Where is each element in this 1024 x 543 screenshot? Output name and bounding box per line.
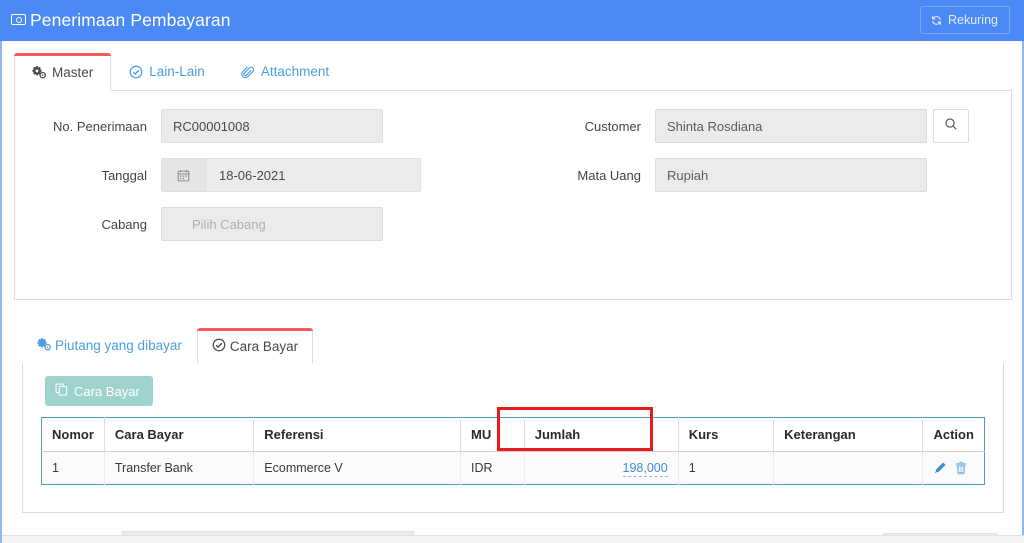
master-form: No. Penerimaan RC00001008 Tanggal 18-06-… (14, 91, 1012, 300)
tab-cara-bayar-label: Cara Bayar (229, 338, 299, 354)
search-icon (944, 117, 958, 136)
add-cara-bayar-label: Cara Bayar (74, 383, 140, 399)
tab-master-label: Master (52, 64, 94, 80)
sync-icon (930, 14, 943, 27)
tanggal-input[interactable]: 18-06-2021 (206, 159, 420, 191)
col-keterangan: Keterangan (773, 417, 924, 452)
customer-select[interactable]: Shinta Rosdiana (655, 109, 927, 143)
rekuring-button[interactable]: Rekuring (919, 6, 1010, 34)
field-customer: Customer Shinta Rosdiana (513, 109, 969, 143)
page-root: Penerimaan Pembayaran Rekuring Master La… (0, 0, 1024, 543)
table-row: 1 Transfer Bank Ecommerce V IDR 198,000 … (41, 451, 985, 485)
cabang-label: Cabang (101, 216, 147, 232)
detail-tabs: Piutang yang dibayar Cara Bayar (22, 322, 1004, 364)
tab-attachment-label: Attachment (260, 64, 330, 79)
cogs-icon (32, 65, 46, 79)
edit-icon[interactable] (933, 461, 947, 475)
field-tanggal: Tanggal 18-06-2021 (15, 158, 421, 192)
col-mu: MU (460, 417, 525, 452)
tab-piutang-label: Piutang yang dibayar (55, 338, 182, 353)
check-circle-icon (212, 338, 226, 355)
tab-lain-lain-label: Lain-Lain (149, 64, 205, 79)
cell-mu: IDR (460, 451, 525, 485)
tab-piutang-yang-dibayar[interactable]: Piutang yang dibayar (22, 327, 197, 363)
copy-icon (55, 383, 68, 399)
cara-bayar-table: Nomor Cara Bayar Referensi MU Jumlah Kur… (41, 417, 985, 485)
cell-action (922, 451, 985, 485)
tab-lain-lain[interactable]: Lain-Lain (111, 52, 223, 90)
cell-jumlah[interactable]: 198,000 (524, 451, 679, 485)
tab-attachment[interactable]: Attachment (223, 52, 347, 90)
col-action: Action (922, 417, 985, 452)
col-jumlah: Jumlah (524, 417, 679, 452)
no-penerimaan-input[interactable]: RC00001008 (161, 109, 383, 143)
col-cara-bayar: Cara Bayar (104, 417, 255, 452)
mata-uang-select[interactable]: Rupiah (655, 158, 927, 192)
content-panel: Master Lain-Lain Attachment No. Penerima… (0, 41, 1024, 543)
table-header-row: Nomor Cara Bayar Referensi MU Jumlah Kur… (41, 417, 985, 452)
add-cara-bayar-button[interactable]: Cara Bayar (45, 376, 153, 406)
mata-uang-label: Mata Uang (577, 167, 641, 183)
delete-icon[interactable] (954, 461, 968, 475)
bottom-strip (2, 535, 1024, 543)
col-kurs: Kurs (678, 417, 775, 452)
cell-cara-bayar: Transfer Bank (104, 451, 255, 485)
rekuring-button-label: Rekuring (947, 13, 998, 27)
tanggal-label: Tanggal (101, 167, 147, 183)
tab-cara-bayar[interactable]: Cara Bayar (196, 328, 314, 364)
cell-referensi: Ecommerce V (253, 451, 461, 485)
no-penerimaan-label: No. Penerimaan (53, 118, 147, 134)
check-circle-icon (129, 65, 143, 79)
cell-kurs: 1 (678, 451, 775, 485)
cabang-select[interactable]: Pilih Cabang (161, 207, 383, 241)
field-no-penerimaan: No. Penerimaan RC00001008 (15, 109, 383, 143)
tanggal-datepicker[interactable]: 18-06-2021 (161, 158, 421, 192)
page-title: Penerimaan Pembayaran (30, 10, 231, 30)
customer-search-button[interactable] (933, 109, 969, 143)
field-mata-uang: Mata Uang Rupiah (513, 158, 927, 192)
customer-label: Customer (584, 118, 641, 134)
master-tabs: Master Lain-Lain Attachment (14, 47, 1012, 91)
cara-bayar-panel: Cara Bayar Nomor Cara Bayar Referensi MU… (22, 363, 1004, 513)
col-referensi: Referensi (253, 417, 461, 452)
jumlah-editable-value[interactable]: 198,000 (622, 461, 668, 477)
tab-master[interactable]: Master (14, 53, 112, 91)
field-cabang: Cabang Pilih Cabang (15, 207, 383, 241)
col-nomor: Nomor (41, 417, 105, 452)
paperclip-icon (240, 65, 255, 79)
cell-nomor: 1 (41, 451, 105, 485)
cogs-icon (37, 337, 51, 354)
window-titlebar: Penerimaan Pembayaran Rekuring (0, 0, 1024, 41)
cell-keterangan (773, 451, 924, 485)
money-bill-icon (11, 14, 26, 25)
calendar-icon[interactable] (162, 159, 206, 191)
